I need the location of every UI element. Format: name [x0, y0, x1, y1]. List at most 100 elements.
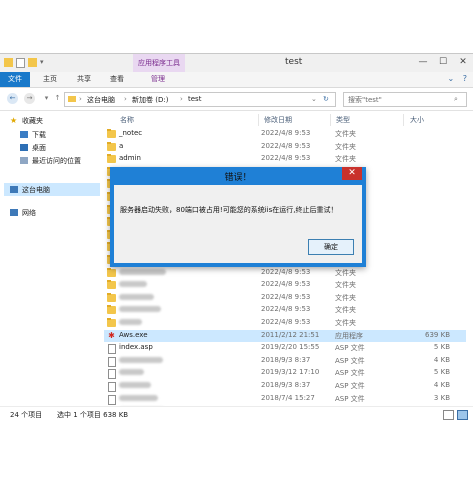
folder-icon: [107, 305, 116, 315]
column-header-type[interactable]: 类型: [336, 114, 350, 126]
title-bar: ▾ 应用程序工具 test — ☐ ✕: [0, 54, 473, 72]
folder-icon: [107, 280, 116, 290]
file-name: [119, 356, 163, 364]
asp-file-icon: [108, 369, 116, 380]
dialog-message: 服务器启动失败，80端口被占用!可能您的系统iis在运行,终止后重试！: [120, 206, 338, 214]
contextual-tab-label: 应用程序工具: [133, 54, 185, 72]
search-icon[interactable]: ⌕: [454, 95, 458, 104]
file-name: Aws.exe: [119, 330, 148, 339]
breadcrumb-this-pc[interactable]: 这台电脑: [87, 95, 115, 105]
forward-arrow-icon[interactable]: →: [24, 93, 35, 104]
tab-file[interactable]: 文件: [0, 72, 30, 87]
search-input[interactable]: 搜索"test" ⌕: [343, 92, 467, 107]
column-header-date[interactable]: 修改日期: [264, 114, 292, 126]
nav-downloads[interactable]: 下载: [32, 130, 46, 140]
nav-favorites[interactable]: 收藏夹: [22, 116, 43, 126]
download-icon: [20, 131, 28, 138]
properties-icon[interactable]: [16, 58, 25, 68]
new-folder-icon[interactable]: [28, 58, 37, 67]
help-icon[interactable]: ?: [463, 74, 467, 83]
expand-ribbon-icon[interactable]: ⌄: [448, 74, 455, 83]
column-divider[interactable]: [258, 114, 259, 126]
redacted-name: [119, 369, 144, 376]
address-dropdown-icon[interactable]: ⌄: [311, 95, 317, 103]
maximize-button[interactable]: ☐: [435, 56, 451, 68]
file-date: 2022/4/8 9:53: [261, 129, 311, 137]
large-icons-view-icon[interactable]: [457, 410, 468, 420]
computer-icon: [10, 186, 18, 193]
file-type: ASP 文件: [335, 394, 365, 403]
address-bar[interactable]: › 这台电脑 › 新加卷 (D:) › test ⌄ ↻: [64, 92, 336, 107]
column-divider[interactable]: [330, 114, 331, 126]
breadcrumb-separator-icon[interactable]: ›: [124, 95, 127, 103]
file-name: [119, 305, 161, 313]
file-row[interactable]: a 2022/4/8 9:53 文件夹: [104, 141, 466, 153]
dialog-title: 错误！: [224, 173, 252, 183]
column-header-name[interactable]: 名称: [120, 114, 134, 126]
ok-button[interactable]: 确定: [308, 239, 354, 255]
minimize-button[interactable]: —: [415, 56, 431, 68]
file-size: 5 KB: [433, 368, 450, 377]
file-row[interactable]: 2022/4/8 9:53 文件夹: [104, 317, 466, 329]
file-type: ASP 文件: [335, 356, 365, 365]
file-row[interactable]: 2018/9/3 8:37 ASP 文件 4 KB: [104, 380, 466, 392]
file-row[interactable]: 2022/4/8 9:53 文件夹: [104, 279, 466, 291]
breadcrumb-separator-icon[interactable]: ›: [79, 95, 82, 103]
file-type: 文件夹: [335, 281, 356, 290]
file-name: admin: [119, 154, 141, 163]
back-arrow-icon[interactable]: ←: [7, 93, 18, 104]
file-row[interactable]: 2018/7/4 15:27 ASP 文件 3 KB: [104, 393, 466, 405]
file-type: 文件夹: [335, 306, 356, 315]
file-row[interactable]: 2022/4/8 9:53 文件夹: [104, 292, 466, 304]
redacted-name: [119, 319, 142, 325]
redacted-name: [119, 306, 161, 313]
file-date: 2018/7/4 15:27: [261, 393, 315, 402]
file-row[interactable]: index.asp 2019/2/20 15:55 ASP 文件 5 KB: [104, 342, 466, 355]
column-divider[interactable]: [403, 114, 404, 126]
file-row[interactable]: _notec 2022/4/8 9:53 文件夹: [104, 128, 466, 140]
up-arrow-icon[interactable]: ↑: [52, 93, 63, 104]
tab-home[interactable]: 主页: [38, 72, 62, 87]
nav-network[interactable]: 网络: [22, 208, 36, 218]
tab-manage[interactable]: 管理: [144, 72, 172, 87]
file-date: 2022/4/8 9:53: [261, 305, 311, 314]
address-row: ← → ▾ ↑ › 这台电脑 › 新加卷 (D:) › test ⌄ ↻ 搜索"…: [0, 88, 473, 111]
folder-icon: [4, 58, 13, 67]
desktop-icon: [20, 144, 28, 151]
file-type: 文件夹: [335, 155, 356, 164]
file-size: 5 KB: [433, 343, 450, 352]
file-row[interactable]: 2022/4/8 9:53 文件夹: [104, 304, 466, 316]
tab-view[interactable]: 查看: [105, 72, 129, 87]
redacted-name: [119, 382, 151, 388]
tab-share[interactable]: 共享: [72, 72, 96, 87]
customize-qat-icon[interactable]: ▾: [40, 58, 48, 67]
file-row[interactable]: 2019/3/12 17:10 ASP 文件 5 KB: [104, 367, 466, 380]
file-name: [119, 381, 151, 389]
star-icon: ★: [10, 116, 18, 125]
recent-locations-chevron-icon[interactable]: ▾: [41, 93, 52, 104]
breadcrumb-test[interactable]: test: [188, 95, 201, 103]
file-date: 2018/9/3 8:37: [261, 381, 311, 389]
file-row[interactable]: 2022/4/8 9:53 文件夹: [104, 267, 466, 279]
file-row[interactable]: admin 2022/4/8 9:53 文件夹: [104, 153, 466, 165]
folder-icon: [107, 267, 116, 277]
folder-icon: [107, 318, 116, 327]
file-type: 文件夹: [335, 130, 356, 138]
file-row[interactable]: ✱ Aws.exe 2011/2/12 21:51 应用程序 639 KB: [104, 329, 466, 342]
details-view-icon[interactable]: [443, 410, 454, 420]
nav-this-pc[interactable]: 这台电脑: [22, 185, 50, 195]
asp-file-icon: [108, 394, 116, 405]
file-name: [119, 318, 142, 326]
breadcrumb-separator-icon[interactable]: ›: [180, 95, 183, 103]
refresh-icon[interactable]: ↻: [323, 95, 329, 103]
dialog-close-button[interactable]: ✕: [342, 167, 362, 180]
file-date: 2019/3/12 17:10: [261, 368, 320, 377]
file-size: 639 KB: [425, 330, 450, 339]
breadcrumb-drive[interactable]: 新加卷 (D:): [132, 95, 168, 105]
close-window-button[interactable]: ✕: [455, 56, 471, 68]
nav-desktop[interactable]: 桌面: [32, 143, 46, 153]
file-date: 2018/9/3 8:37: [261, 355, 311, 364]
column-header-size[interactable]: 大小: [410, 114, 424, 126]
file-row[interactable]: 2018/9/3 8:37 ASP 文件 4 KB: [104, 355, 466, 367]
nav-recent-places[interactable]: 最近访问的位置: [32, 156, 81, 166]
